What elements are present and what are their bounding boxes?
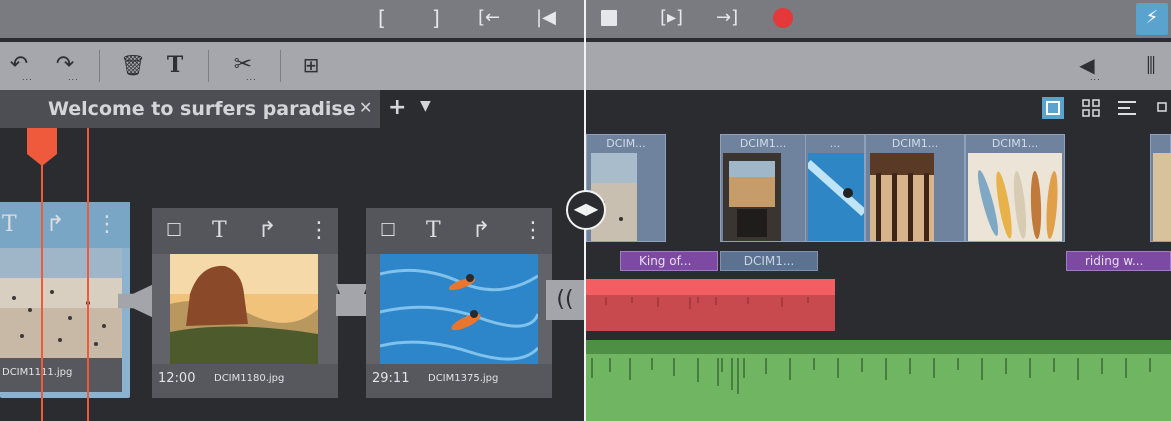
waveform [591,358,1151,394]
go-to-out-icon[interactable]: →] [716,6,738,30]
more-view-icon[interactable] [1152,97,1171,119]
rock-sunset-thumbnail [170,254,318,364]
title-clip[interactable]: King of... [620,251,718,271]
video-clip[interactable]: ... [805,134,865,242]
clip-thumbnail [808,153,864,241]
audio-clip-red[interactable] [586,279,835,331]
storyboard-card[interactable]: T ↱ ⋮ DCIM1111.jpg [0,202,130,398]
mixer-icon[interactable]: ⫼ [1136,50,1166,82]
insert-icon[interactable]: ⊞ [296,50,326,82]
playhead-line [41,128,43,421]
more-options-icon[interactable]: ⋮ [522,218,544,244]
card-footer: DCIM1111.jpg [0,358,122,392]
clip-thumbnail [1153,153,1171,241]
project-tabs: Welcome to surfers paradise ✕ + ▼ [0,90,585,128]
clip-label: ... [829,137,841,150]
card-header: T ↱ ⋮ [0,202,130,248]
title-icon[interactable]: T [212,218,227,244]
clip-label: DCIM1... [891,137,939,150]
more-options-icon[interactable]: ⋮ [96,212,118,238]
card-duration: 29:11 [372,371,410,386]
toolbar-separator [99,50,100,82]
go-to-in-icon[interactable]: [← [478,6,500,30]
go-to-start-icon[interactable]: |◀ [536,6,556,30]
tab-title: Welcome to surfers paradise [48,98,356,120]
video-clip[interactable]: DCIM1... [720,134,806,242]
title-icon[interactable]: T [2,212,17,238]
audio-clip-header [586,279,835,295]
card-filename: DCIM1180.jpg [214,373,285,384]
close-icon[interactable]: ✕ [359,98,372,117]
toolbar-separator [208,50,209,82]
card-footer: 12:00 DCIM1180.jpg [152,364,338,398]
share-icon[interactable]: ↱ [258,218,276,244]
share-icon[interactable]: ↱ [46,212,64,238]
video-editor-window: [ ] [← |◀ [▸] →] ⚡ ↶... ↷... 🗑 T ✂... ⊞ … [0,0,1171,421]
card-header: ☐ T ↱ ⋮ [152,208,338,254]
grid-view-icon[interactable] [1080,97,1102,119]
card-filename: DCIM1375.jpg [428,373,499,384]
playhead-handle[interactable] [27,128,57,166]
storyboard-card[interactable]: ☐ T ↱ ⋮ 12:00 DCIM1180.jpg [152,208,338,398]
tab-project[interactable]: Welcome to surfers paradise ✕ [0,90,380,128]
checkbox-icon[interactable]: ☐ [166,218,182,244]
beach-birds-thumbnail [0,248,122,358]
title-icon[interactable]: T [160,50,190,82]
list-view-icon[interactable] [1116,97,1138,119]
stop-icon[interactable] [601,10,617,26]
video-clip[interactable]: DCIM1... [865,134,965,242]
share-icon[interactable]: ↱ [472,218,490,244]
delete-icon[interactable]: 🗑 [118,50,148,82]
flash-icon[interactable]: ⚡ [1136,3,1168,35]
cut-icon[interactable]: ✂... [228,50,258,82]
undo-icon[interactable]: ↶... [4,50,34,82]
surfers-ocean-thumbnail [380,254,538,364]
splitter-arrows-icon[interactable]: ◀▶ [566,190,606,230]
card-header: ☐ T ↱ ⋮ [366,208,552,254]
clip-label: DCIM... [606,137,646,150]
card-footer: 29:11 DCIM1375.jpg [366,364,552,398]
mark-out-icon[interactable]: ] [432,6,440,30]
more-options-icon[interactable]: ⋮ [308,218,330,244]
record-icon[interactable] [773,8,793,28]
volume-icon[interactable]: ◀... [1072,50,1102,82]
clip-label: DCIM1... [991,137,1039,150]
transition-icon[interactable]: (( [546,280,584,320]
storyboard-card[interactable]: ☐ T ↱ ⋮ 29:11 DCIM1375.jpg [366,208,552,398]
redo-icon[interactable]: ↷... [50,50,80,82]
audio-clip-green[interactable] [586,340,1171,421]
playhead-marker [87,128,89,421]
waveform [605,297,809,309]
chevron-down-icon[interactable]: ▼ [420,98,431,114]
toolbar-separator [280,50,281,82]
card-filename: DCIM1111.jpg [2,367,73,378]
plus-icon[interactable]: + [388,95,406,120]
card-duration: 12:00 [158,371,196,386]
clip-thumbnail [723,153,781,241]
clip-thumbnail [870,153,934,241]
mark-in-icon[interactable]: [ [378,6,386,30]
title-clip[interactable]: DCIM1... [720,251,818,271]
title-clip[interactable]: riding w... [1066,251,1171,271]
clip-label: DCIM1... [739,137,787,150]
play-selection-icon[interactable]: [▸] [660,6,683,30]
title-icon[interactable]: T [426,218,441,244]
clip-thumbnail [968,153,1062,241]
view-mode-bar [586,90,1171,124]
video-clip[interactable] [1150,134,1171,242]
single-view-icon[interactable] [1042,97,1064,119]
video-clip[interactable]: DCIM1... [965,134,1065,242]
checkbox-icon[interactable]: ☐ [380,218,396,244]
